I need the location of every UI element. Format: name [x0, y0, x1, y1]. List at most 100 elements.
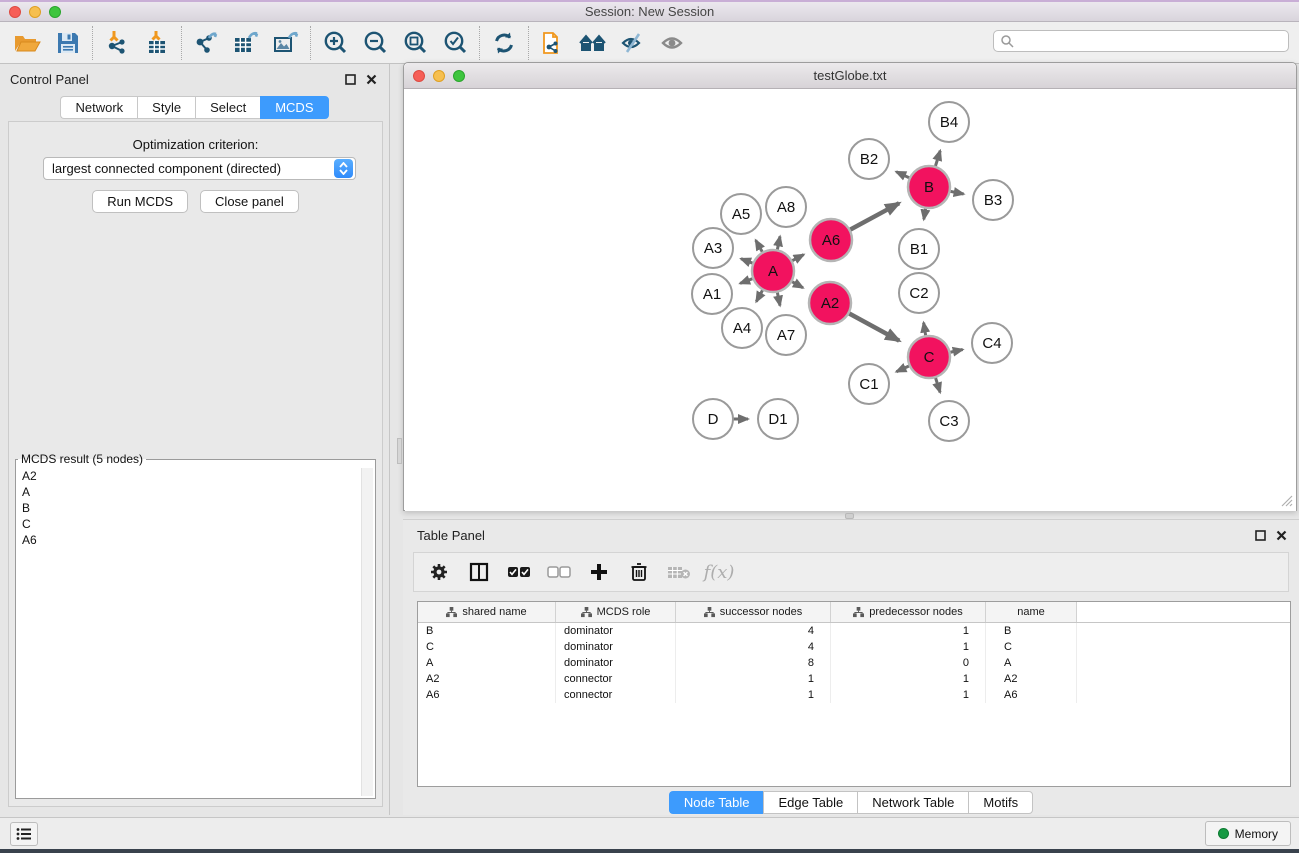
- zoom-selected-button[interactable]: [435, 24, 475, 62]
- zoom-fit-button[interactable]: [395, 24, 435, 62]
- network-canvas[interactable]: AA1A2A3A4A5A6A7A8BB1B2B3B4CC1C2C3C4DD1: [405, 90, 1296, 511]
- memory-button[interactable]: Memory: [1205, 821, 1291, 846]
- criterion-select[interactable]: largest connected component (directed): [43, 157, 356, 180]
- zoom-out-button[interactable]: [355, 24, 395, 62]
- cell-mcds-role[interactable]: dominator: [556, 639, 676, 655]
- cell-successor-nodes[interactable]: 1: [676, 671, 831, 687]
- table-row[interactable]: B dominator 4 1 B: [418, 623, 1290, 639]
- function-builder-button[interactable]: f(x): [702, 556, 736, 588]
- run-mcds-button[interactable]: Run MCDS: [92, 190, 188, 213]
- show-graphics-button[interactable]: [653, 24, 693, 62]
- table-settings-button[interactable]: [422, 556, 456, 588]
- export-table-button[interactable]: [226, 24, 266, 62]
- cell-predecessor-nodes[interactable]: 0: [831, 655, 986, 671]
- minimize-network-button[interactable]: [433, 70, 445, 82]
- tab-network[interactable]: Network: [60, 96, 137, 119]
- graph-node-label-B: B: [924, 179, 934, 196]
- table-row[interactable]: A6 connector 1 1 A6: [418, 687, 1290, 703]
- float-table-panel-button[interactable]: [1253, 528, 1268, 543]
- cell-predecessor-nodes[interactable]: 1: [831, 671, 986, 687]
- show-columns-button[interactable]: [462, 556, 496, 588]
- close-network-button[interactable]: [413, 70, 425, 82]
- export-image-button[interactable]: [266, 24, 306, 62]
- cell-shared-name[interactable]: A: [418, 655, 556, 671]
- import-network-button[interactable]: [97, 24, 137, 62]
- close-table-panel-button[interactable]: [1274, 528, 1289, 543]
- result-item[interactable]: A2: [18, 468, 361, 484]
- column-header-shared-name[interactable]: shared name: [418, 602, 556, 622]
- cell-name[interactable]: A: [986, 655, 1077, 671]
- export-network-button[interactable]: [186, 24, 226, 62]
- column-header-name[interactable]: name: [986, 602, 1077, 622]
- cell-mcds-role[interactable]: dominator: [556, 623, 676, 639]
- result-item[interactable]: B: [18, 500, 361, 516]
- column-header-mcds-role[interactable]: MCDS role: [556, 602, 676, 622]
- network-window-titlebar[interactable]: testGlobe.txt: [404, 63, 1296, 89]
- search-box[interactable]: [993, 30, 1289, 52]
- tab-edge-table[interactable]: Edge Table: [763, 791, 857, 814]
- result-scrollbar[interactable]: [361, 468, 373, 796]
- tab-node-table[interactable]: Node Table: [669, 791, 764, 814]
- delete-table-button[interactable]: [662, 556, 696, 588]
- cell-shared-name[interactable]: A6: [418, 687, 556, 703]
- search-input[interactable]: [1014, 32, 1288, 50]
- cell-shared-name[interactable]: C: [418, 639, 556, 655]
- cell-name[interactable]: C: [986, 639, 1077, 655]
- table-row[interactable]: A dominator 8 0 A: [418, 655, 1290, 671]
- float-panel-button[interactable]: [343, 72, 358, 87]
- result-item[interactable]: A: [18, 484, 361, 500]
- tab-select[interactable]: Select: [195, 96, 260, 119]
- import-table-button[interactable]: [137, 24, 177, 62]
- table-row[interactable]: C dominator 4 1 C: [418, 639, 1290, 655]
- column-header-successor-nodes[interactable]: successor nodes: [676, 602, 831, 622]
- zoom-in-button[interactable]: [315, 24, 355, 62]
- delete-column-button[interactable]: [622, 556, 656, 588]
- tab-network-table[interactable]: Network Table: [857, 791, 968, 814]
- cell-successor-nodes[interactable]: 4: [676, 623, 831, 639]
- minimize-window-button[interactable]: [29, 6, 41, 18]
- resize-grip-icon[interactable]: [1279, 493, 1293, 507]
- cell-shared-name[interactable]: A2: [418, 671, 556, 687]
- cell-shared-name[interactable]: B: [418, 623, 556, 639]
- graph-edge-A2-C[interactable]: [847, 312, 900, 341]
- table-row[interactable]: A2 connector 1 1 A2: [418, 671, 1290, 687]
- clone-network-button[interactable]: [533, 24, 573, 62]
- column-header-predecessor-nodes[interactable]: predecessor nodes: [831, 602, 986, 622]
- cell-mcds-role[interactable]: connector: [556, 671, 676, 687]
- close-window-button[interactable]: [9, 6, 21, 18]
- cell-mcds-role[interactable]: connector: [556, 687, 676, 703]
- refresh-button[interactable]: [484, 24, 524, 62]
- open-file-button[interactable]: [8, 24, 48, 62]
- cell-name[interactable]: A6: [986, 687, 1077, 703]
- select-all-columns-button[interactable]: [502, 556, 536, 588]
- cell-name[interactable]: A2: [986, 671, 1077, 687]
- cell-predecessor-nodes[interactable]: 1: [831, 623, 986, 639]
- home-button[interactable]: [573, 24, 613, 62]
- save-session-button[interactable]: [48, 24, 88, 62]
- cell-successor-nodes[interactable]: 1: [676, 687, 831, 703]
- close-icon: [1276, 530, 1287, 541]
- unselect-all-columns-button[interactable]: [542, 556, 576, 588]
- cell-mcds-role[interactable]: dominator: [556, 655, 676, 671]
- zoom-network-button[interactable]: [453, 70, 465, 82]
- result-item[interactable]: C: [18, 516, 361, 532]
- tab-mcds[interactable]: MCDS: [260, 96, 328, 119]
- close-panel-button[interactable]: [364, 72, 379, 87]
- result-item[interactable]: A6: [18, 532, 361, 548]
- graph-edge-A6-B[interactable]: [848, 203, 899, 231]
- hide-graphics-button[interactable]: [613, 24, 653, 62]
- cell-predecessor-nodes[interactable]: 1: [831, 639, 986, 655]
- task-history-button[interactable]: [10, 822, 38, 846]
- cell-successor-nodes[interactable]: 8: [676, 655, 831, 671]
- zoom-window-button[interactable]: [49, 6, 61, 18]
- close-panel-pushbutton[interactable]: Close panel: [200, 190, 299, 213]
- network-graph[interactable]: AA1A2A3A4A5A6A7A8BB1B2B3B4CC1C2C3C4DD1: [405, 90, 1296, 511]
- tab-motifs[interactable]: Motifs: [968, 791, 1033, 814]
- cell-predecessor-nodes[interactable]: 1: [831, 687, 986, 703]
- tab-style[interactable]: Style: [137, 96, 195, 119]
- cell-name[interactable]: B: [986, 623, 1077, 639]
- export-table-icon: [232, 30, 260, 56]
- create-column-button[interactable]: [582, 556, 616, 588]
- cell-successor-nodes[interactable]: 4: [676, 639, 831, 655]
- vertical-splitter-handle[interactable]: [397, 438, 402, 464]
